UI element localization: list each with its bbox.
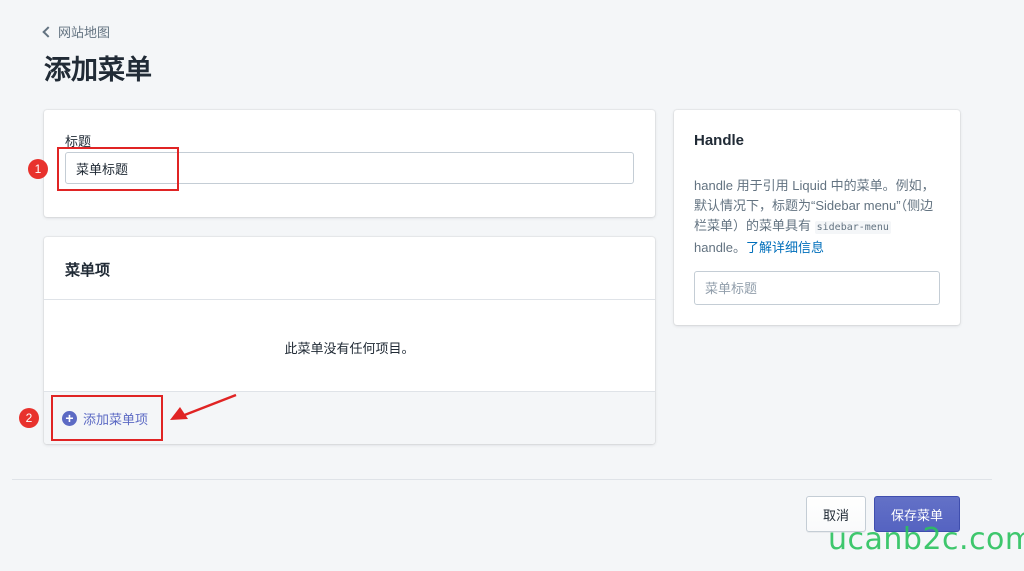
page-title: 添加菜单 [44,55,152,85]
annotation-box-add [51,395,163,441]
breadcrumb-label: 网站地图 [58,25,111,40]
annotation-marker-1: 1 [28,159,48,179]
breadcrumb-back-link[interactable]: 网站地图 [42,22,110,41]
handle-title: Handle [694,132,745,149]
menu-items-header: 菜单项 [44,237,655,300]
learn-more-link[interactable]: 了解详细信息 [746,240,824,255]
annotation-marker-2: 2 [19,408,39,428]
footer-divider [12,479,992,480]
empty-state-message: 此菜单没有任何项目。 [284,341,415,356]
chevron-left-icon [42,26,54,38]
menu-items-title: 菜单项 [65,262,111,279]
handle-input[interactable] [694,271,940,305]
handle-description: handle 用于引用 Liquid 中的菜单。例如，默认情况下，标题为“Sid… [694,176,944,258]
annotation-arrow-icon [170,393,237,420]
annotation-box-title [57,147,179,191]
watermark-text: ucanb2c.com [828,522,1024,557]
handle-card: Handle handle 用于引用 Liquid 中的菜单。例如，默认情况下，… [674,110,960,325]
handle-desc-text-end: handle。 [694,240,747,255]
handle-code-sample: sidebar-menu [814,221,891,234]
